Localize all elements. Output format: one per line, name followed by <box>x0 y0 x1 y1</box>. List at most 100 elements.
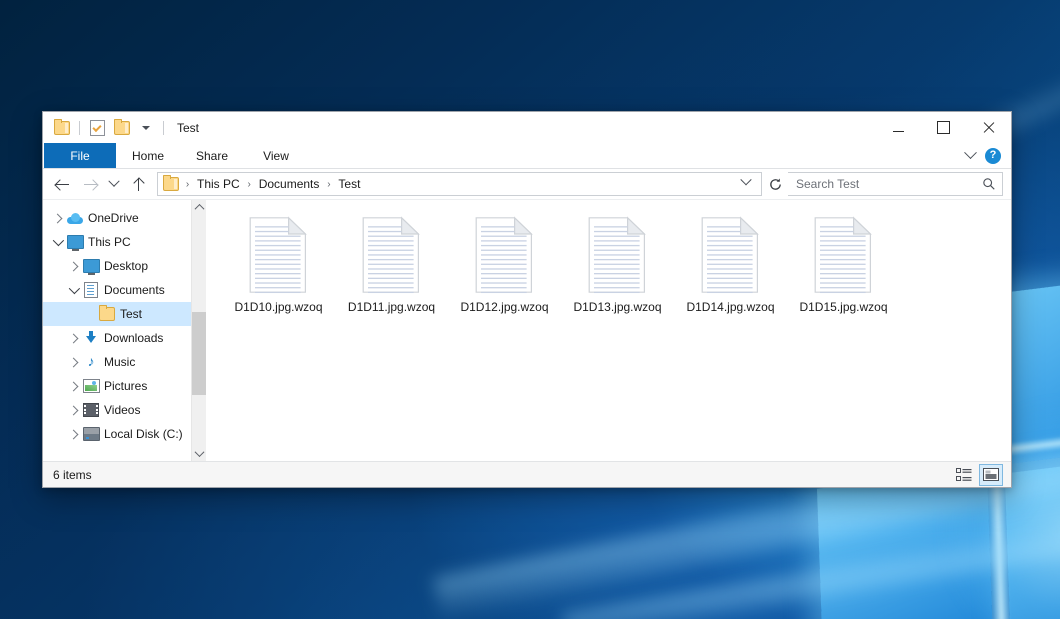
sidebar-item-test[interactable]: Test <box>43 302 191 326</box>
chevron-right-icon[interactable] <box>65 431 81 438</box>
sidebar-item-label: Desktop <box>104 259 148 273</box>
sidebar-item-downloads[interactable]: Downloads <box>43 326 191 350</box>
scrollbar-track[interactable] <box>192 215 206 446</box>
scrollbar-thumb[interactable] <box>192 312 206 395</box>
properties-checkbox-icon[interactable] <box>87 117 108 138</box>
breadcrumb: › This PC › Documents › Test <box>182 177 742 191</box>
file-name-label: D1D11.jpg.wzoq <box>348 300 435 314</box>
tab-home[interactable]: Home <box>116 143 180 168</box>
sidebar-item-documents[interactable]: Documents <box>43 278 191 302</box>
breadcrumb-separator: › <box>182 179 193 190</box>
folder-icon <box>97 307 117 321</box>
sidebar-item-pictures[interactable]: Pictures <box>43 374 191 398</box>
help-icon[interactable]: ? <box>985 148 1001 164</box>
recent-locations-button[interactable] <box>105 172 123 196</box>
file-item[interactable]: D1D14.jpg.wzoq <box>674 214 787 314</box>
sidebar-item-label: Downloads <box>104 331 163 345</box>
disk-icon <box>81 427 101 441</box>
chevron-right-icon[interactable] <box>65 359 81 366</box>
status-bar: 6 items <box>43 461 1011 487</box>
scroll-down-icon[interactable] <box>192 446 206 461</box>
window-body: OneDriveThis PC Desktop Documents Test Downl… <box>43 200 1011 461</box>
generic-file-icon <box>249 216 309 294</box>
sidebar-item-label: Test <box>120 307 142 321</box>
monitor-icon <box>65 235 85 249</box>
scroll-up-icon[interactable] <box>192 200 206 215</box>
file-list-view[interactable]: D1D10.jpg.wzoq D1D11.jpg.wzoq D1D12.jpg.wz… <box>206 200 1011 461</box>
music-icon: ♪ <box>81 355 101 369</box>
back-button[interactable] <box>49 172 75 196</box>
sidebar-item-local-disk-c[interactable]: Local Disk (C:) <box>43 422 191 446</box>
address-bar-row: › This PC › Documents › Test Search Test <box>43 169 1011 200</box>
picture-icon <box>81 379 101 393</box>
address-bar[interactable]: › This PC › Documents › Test <box>157 172 762 196</box>
generic-file-icon <box>701 216 761 294</box>
generic-file-icon <box>814 216 874 294</box>
file-explorer-window: Test File Home Share View ? <box>42 111 1012 488</box>
cloud-icon <box>65 213 85 224</box>
sidebar-item-this-pc[interactable]: This PC <box>43 230 191 254</box>
chevron-right-icon[interactable] <box>65 383 81 390</box>
chevron-right-icon[interactable] <box>49 215 65 222</box>
ribbon-right-controls: ? <box>966 143 1007 168</box>
details-view-button[interactable] <box>953 465 975 485</box>
file-item[interactable]: D1D15.jpg.wzoq <box>787 214 900 314</box>
file-item[interactable]: D1D13.jpg.wzoq <box>561 214 674 314</box>
file-name-label: D1D14.jpg.wzoq <box>686 300 774 314</box>
sidebar-item-label: Music <box>104 355 135 369</box>
large-icons-view-button[interactable] <box>979 464 1003 486</box>
window-title: Test <box>177 121 199 135</box>
navigation-pane-scrollbar[interactable] <box>191 200 206 461</box>
forward-button[interactable] <box>77 172 103 196</box>
tab-share[interactable]: Share <box>180 143 244 168</box>
sidebar-item-onedrive[interactable]: OneDrive <box>43 206 191 230</box>
sidebar-item-label: Pictures <box>104 379 147 393</box>
quick-access-toolbar <box>43 117 168 138</box>
generic-file-icon <box>588 216 648 294</box>
generic-file-icon <box>362 216 422 294</box>
sidebar-item-desktop[interactable]: Desktop <box>43 254 191 278</box>
chevron-down-icon[interactable] <box>49 238 65 246</box>
chevron-right-icon[interactable] <box>65 407 81 414</box>
breadcrumb-separator: › <box>244 179 255 190</box>
tab-file[interactable]: File <box>44 143 116 168</box>
monitor-icon <box>81 259 101 273</box>
restore-folder-icon[interactable] <box>51 117 72 138</box>
maximize-button[interactable] <box>921 112 966 143</box>
minimize-button[interactable] <box>876 112 921 143</box>
file-item[interactable]: D1D11.jpg.wzoq <box>335 214 448 314</box>
file-name-label: D1D12.jpg.wzoq <box>460 300 548 314</box>
breadcrumb-item-test[interactable]: Test <box>334 177 364 191</box>
new-folder-icon[interactable] <box>111 117 132 138</box>
file-name-label: D1D10.jpg.wzoq <box>234 300 322 314</box>
ribbon-tab-strip: File Home Share View ? <box>43 143 1011 169</box>
breadcrumb-item-documents[interactable]: Documents <box>255 177 324 191</box>
address-dropdown-icon[interactable] <box>740 174 751 185</box>
sidebar-item-label: Videos <box>104 403 140 417</box>
document-icon <box>81 282 101 298</box>
breadcrumb-item-this-pc[interactable]: This PC <box>193 177 244 191</box>
file-item[interactable]: D1D12.jpg.wzoq <box>448 214 561 314</box>
refresh-button[interactable] <box>764 173 786 195</box>
up-button[interactable] <box>125 172 151 196</box>
folder-icon <box>163 177 179 191</box>
view-mode-buttons <box>953 464 1003 486</box>
large-icons-view-icon <box>983 468 999 481</box>
sidebar-item-videos[interactable]: Videos <box>43 398 191 422</box>
chevron-down-icon[interactable] <box>65 286 81 294</box>
window-controls <box>876 112 1011 143</box>
search-box[interactable]: Search Test <box>788 172 1003 196</box>
search-input[interactable]: Search Test <box>796 177 982 191</box>
file-name-label: D1D13.jpg.wzoq <box>573 300 661 314</box>
file-item[interactable]: D1D10.jpg.wzoq <box>222 214 335 314</box>
chevron-right-icon[interactable] <box>65 263 81 270</box>
sidebar-item-music[interactable]: ♪Music <box>43 350 191 374</box>
close-button[interactable] <box>966 112 1011 143</box>
tab-view[interactable]: View <box>244 143 308 168</box>
chevron-down-icon[interactable] <box>964 146 977 159</box>
generic-file-icon <box>475 216 535 294</box>
details-view-icon <box>956 468 972 482</box>
chevron-down-icon[interactable] <box>135 117 156 138</box>
chevron-right-icon[interactable] <box>65 335 81 342</box>
desktop: Test File Home Share View ? <box>0 0 1060 619</box>
